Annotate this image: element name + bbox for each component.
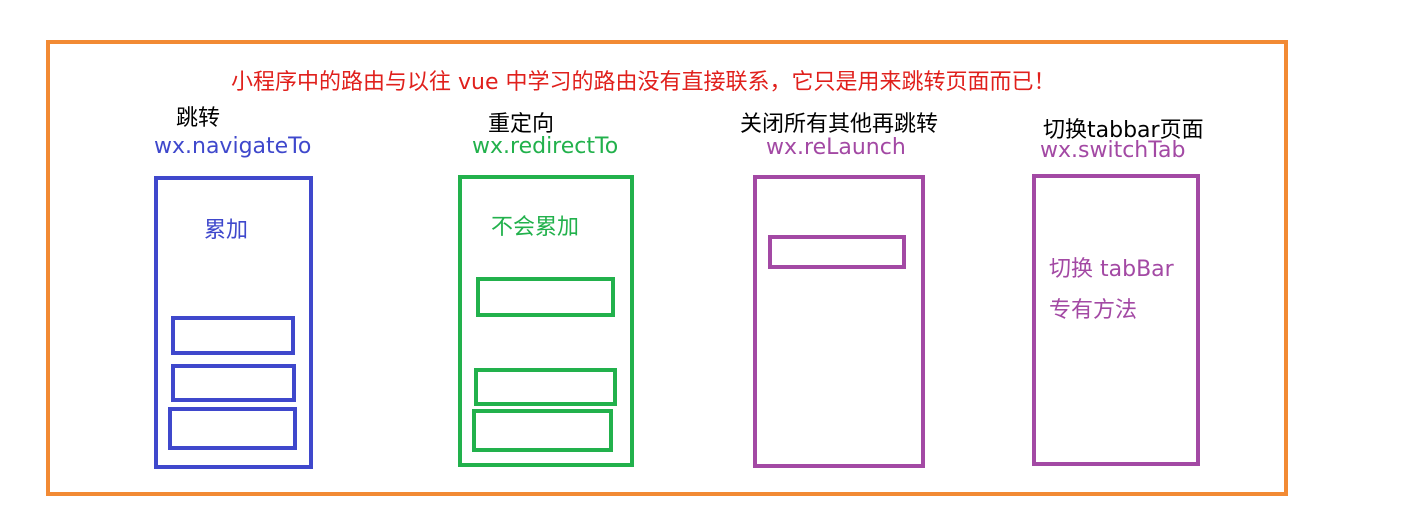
diagram-title: 小程序中的路由与以往 vue 中学习的路由没有直接联系，它只是用来跳转页面而已！ <box>231 70 1056 95</box>
redirect-api: wx.redirectTo <box>472 134 619 159</box>
navigate-api: wx.navigateTo <box>154 134 312 159</box>
navigate-page-bar <box>168 407 297 450</box>
navigate-page-bar <box>171 316 295 355</box>
navigate-label: 跳转 <box>176 106 221 131</box>
relaunch-phone <box>753 175 925 468</box>
relaunch-page-bar <box>768 235 906 269</box>
switchtab-api: wx.switchTab <box>1040 138 1186 163</box>
redirect-note: 不会累加 <box>491 215 580 240</box>
navigate-note: 累加 <box>204 218 249 243</box>
redirect-page-bar <box>472 409 613 452</box>
redirect-page-bar <box>476 277 615 317</box>
relaunch-label: 关闭所有其他再跳转 <box>740 112 939 137</box>
relaunch-api: wx.reLaunch <box>766 135 906 160</box>
navigate-page-bar <box>171 364 296 402</box>
redirect-page-bar <box>474 368 617 406</box>
switchtab-note-line1: 切换 tabBar <box>1049 257 1174 282</box>
switchtab-note-line2: 专有方法 <box>1049 298 1138 323</box>
